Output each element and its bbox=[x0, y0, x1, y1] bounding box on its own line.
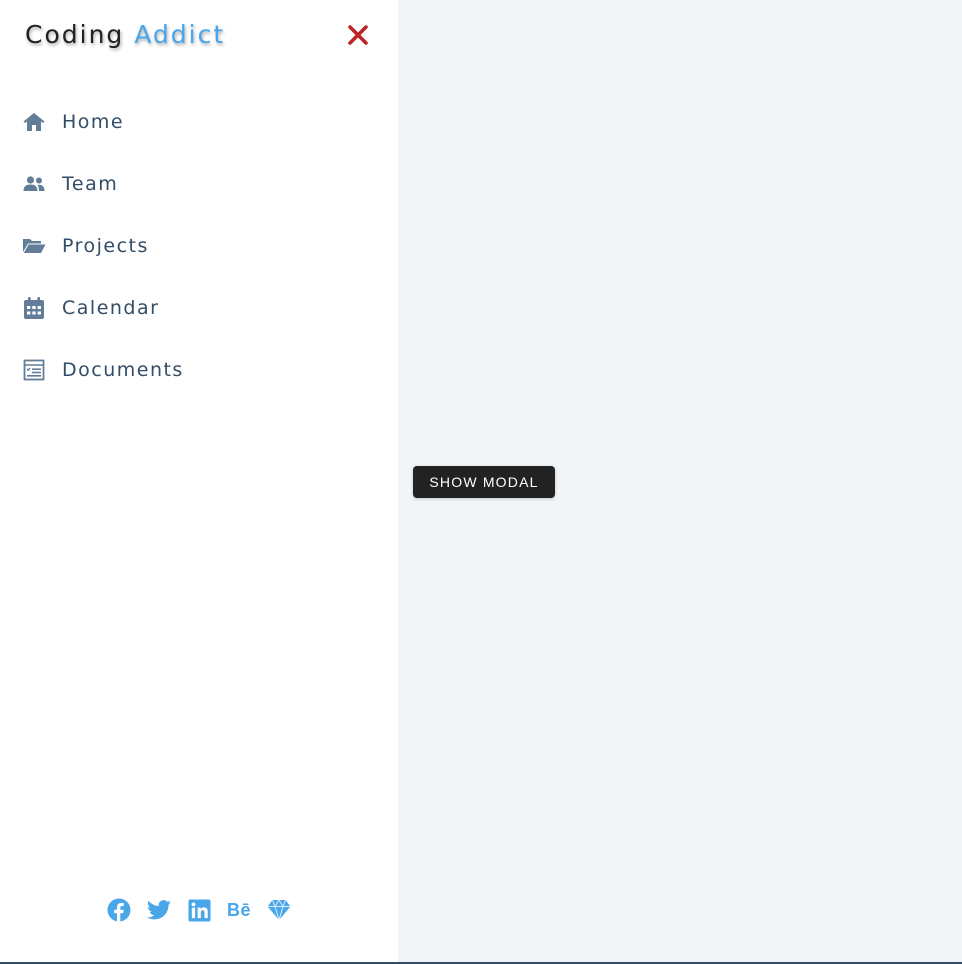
sidebar-item-calendar[interactable]: Calendar bbox=[0, 277, 398, 339]
social-links: Bē bbox=[0, 896, 398, 926]
sidebar-item-team[interactable]: Team bbox=[0, 153, 398, 215]
sidebar-header: Coding Addict bbox=[0, 0, 398, 70]
sidebar-item-label: Calendar bbox=[62, 297, 160, 319]
social-link-behance[interactable]: Bē bbox=[227, 896, 251, 924]
show-modal-button[interactable]: SHOW MODAL bbox=[413, 466, 555, 498]
document-icon bbox=[22, 358, 46, 382]
close-icon bbox=[348, 25, 368, 45]
social-link-facebook[interactable] bbox=[107, 896, 131, 924]
home-icon bbox=[22, 110, 46, 134]
users-icon bbox=[22, 172, 46, 196]
sketch-icon bbox=[267, 899, 291, 921]
logo-text-accent: Addict bbox=[134, 20, 226, 49]
logo-text-primary: Coding bbox=[25, 20, 125, 49]
sidebar-item-label: Documents bbox=[62, 359, 184, 381]
social-link-sketch[interactable] bbox=[267, 896, 291, 924]
calendar-icon bbox=[22, 296, 46, 320]
facebook-icon bbox=[107, 898, 131, 922]
close-sidebar-button[interactable] bbox=[346, 23, 370, 47]
folder-open-icon bbox=[22, 234, 46, 258]
sidebar-item-label: Team bbox=[62, 173, 119, 195]
logo: Coding Addict bbox=[25, 20, 225, 49]
sidebar-item-label: Projects bbox=[62, 235, 149, 257]
sidebar-item-projects[interactable]: Projects bbox=[0, 215, 398, 277]
linkedin-icon bbox=[187, 898, 211, 922]
sidebar: Coding Addict Home Team Projects Calenda… bbox=[0, 0, 398, 964]
sidebar-item-home[interactable]: Home bbox=[0, 91, 398, 153]
behance-icon: Bē bbox=[227, 899, 252, 920]
sidebar-item-documents[interactable]: Documents bbox=[0, 339, 398, 401]
twitter-icon bbox=[147, 900, 171, 920]
social-link-twitter[interactable] bbox=[147, 896, 171, 924]
sidebar-nav: Home Team Projects Calendar Documents bbox=[0, 91, 398, 401]
sidebar-item-label: Home bbox=[62, 111, 125, 133]
social-link-linkedin[interactable] bbox=[187, 896, 211, 924]
